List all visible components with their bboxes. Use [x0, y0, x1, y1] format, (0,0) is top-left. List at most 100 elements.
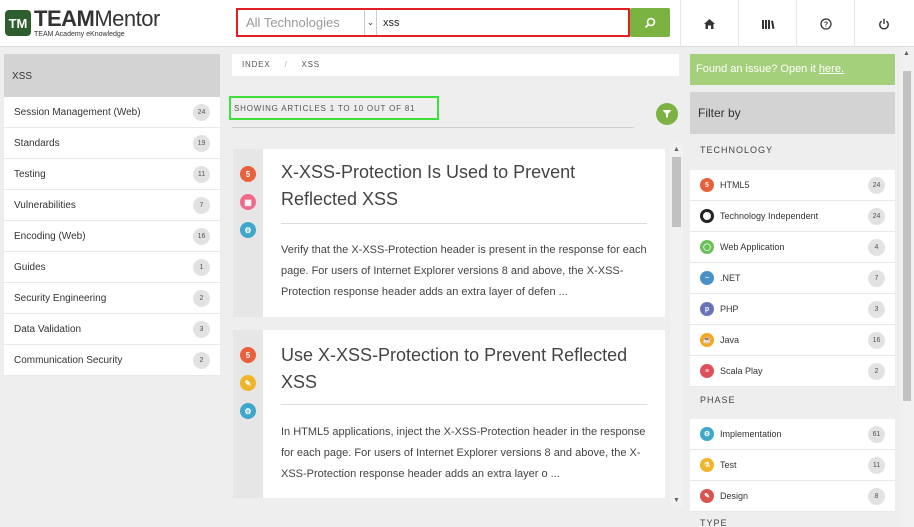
technology-select[interactable]: All Technologies ⌄ [238, 10, 377, 35]
filter-item-technology-independent[interactable]: Technology Independent 24 [690, 201, 895, 232]
html5-icon: 5 [240, 347, 256, 363]
gear-icon: ⚙ [240, 222, 256, 238]
left-item[interactable]: Standards 19 [4, 128, 220, 159]
scrollbar-thumb[interactable] [903, 71, 911, 401]
count-badge: 8 [868, 487, 885, 505]
left-item[interactable]: Communication Security 2 [4, 345, 220, 376]
article-title[interactable]: Use X-XSS-Protection to Prevent Reflecte… [281, 342, 651, 396]
left-item-label: Session Management (Web) [14, 106, 141, 118]
count-badge: 11 [193, 165, 210, 183]
library-button[interactable] [738, 0, 796, 47]
flask-icon: ⚗ [700, 458, 714, 472]
article-excerpt: Verify that the X-XSS-Protection header … [281, 244, 647, 298]
breadcrumb-separator: / [284, 60, 288, 69]
left-item-label: Security Engineering [14, 292, 107, 304]
articles-scrollbar[interactable]: ▲ ▼ [670, 143, 683, 507]
breadcrumb-index-link[interactable]: INDEX [242, 60, 270, 69]
scrollbar-thumb[interactable] [672, 157, 681, 227]
filter-item-label: Java [720, 335, 740, 345]
logo[interactable]: TM TEAMMentor TEAM Academy eKnowledge [5, 8, 160, 38]
issue-text: Found an issue? Open it [696, 63, 819, 75]
article-title[interactable]: X-XSS-Protection Is Used to Prevent Refl… [281, 159, 651, 213]
left-item-label: Testing [14, 168, 46, 180]
count-badge: 24 [868, 176, 885, 194]
scroll-up-icon[interactable]: ▲ [900, 47, 913, 60]
count-badge: 11 [868, 456, 885, 474]
left-sidebar-heading: XSS [4, 54, 220, 97]
filter-button[interactable] [656, 103, 678, 125]
gear-icon: ⚙ [240, 403, 256, 419]
filter-item-scala-play[interactable]: ≡ Scala Play 2 [690, 356, 895, 387]
filter-item-label: Web Application [720, 242, 785, 252]
circle-icon [700, 209, 714, 223]
top-header: TM TEAMMentor TEAM Academy eKnowledge Al… [0, 0, 914, 47]
filter-item-label: HTML5 [720, 180, 750, 190]
help-button[interactable]: ? [796, 0, 854, 47]
gear-icon: ⚙ [700, 427, 714, 441]
filter-item-label: Scala Play [720, 366, 763, 376]
filter-item-dotnet[interactable]: ~ .NET 7 [690, 263, 895, 294]
issue-link[interactable]: here. [819, 63, 844, 75]
article-excerpt: In HTML5 applications, inject the X-XSS-… [281, 426, 646, 480]
phase-section-label: PHASE [700, 395, 736, 405]
technology-filter-list: 5 HTML5 24 Technology Independent 24 ◯ Web A… [690, 170, 895, 387]
nav-icons: ? [680, 0, 912, 47]
left-item[interactable]: Data Validation 3 [4, 314, 220, 345]
html5-icon: 5 [700, 178, 714, 192]
dotnet-icon: ~ [700, 271, 714, 285]
divider [281, 223, 647, 224]
globe-icon: ◯ [700, 240, 714, 254]
search-box: All Technologies ⌄ [236, 8, 630, 37]
article-card[interactable]: 5 ▦ ⚙ X-XSS-Protection Is Used to Preven… [233, 149, 665, 317]
page-scrollbar[interactable]: ▲ [900, 47, 914, 527]
breadcrumb-current: XSS [301, 60, 320, 69]
left-item[interactable]: Guides 1 [4, 252, 220, 283]
filter-item-test[interactable]: ⚗ Test 11 [690, 450, 895, 481]
left-item[interactable]: Security Engineering 2 [4, 283, 220, 314]
filter-item-label: Implementation [720, 429, 782, 439]
scroll-down-icon[interactable]: ▼ [670, 494, 683, 507]
logo-title-rest: Mentor [94, 6, 160, 31]
divider [232, 127, 634, 128]
count-badge: 7 [193, 196, 210, 214]
count-badge: 2 [868, 362, 885, 380]
filter-item-label: Design [720, 491, 749, 501]
results-count: SHOWING ARTICLES 1 TO 10 OUT OF 81 [229, 96, 439, 120]
filter-item-web-application[interactable]: ◯ Web Application 4 [690, 232, 895, 263]
svg-text:?: ? [823, 21, 827, 28]
article-card[interactable]: 5 ✎ ⚙ Use X-XSS-Protection to Prevent Re… [233, 330, 665, 498]
php-icon: p [700, 302, 714, 316]
left-item[interactable]: Vulnerabilities 7 [4, 190, 220, 221]
divider [281, 404, 647, 405]
count-badge: 61 [868, 425, 885, 443]
scroll-up-icon[interactable]: ▲ [670, 143, 683, 156]
issue-banner: Found an issue? Open it here. [690, 54, 895, 85]
left-item[interactable]: Session Management (Web) 24 [4, 97, 220, 128]
help-icon: ? [819, 17, 832, 30]
count-badge: 2 [193, 289, 210, 307]
search-icon [644, 17, 656, 28]
filter-item-label: Test [720, 460, 737, 470]
filter-item-java[interactable]: ☕ Java 16 [690, 325, 895, 356]
count-badge: 16 [193, 227, 210, 245]
search-button[interactable] [630, 8, 670, 37]
search-input[interactable] [377, 10, 628, 35]
home-button[interactable] [680, 0, 738, 47]
count-badge: 3 [868, 300, 885, 318]
left-item-label: Vulnerabilities [14, 199, 76, 211]
pencil-icon: ✎ [700, 489, 714, 503]
left-item-label: Data Validation [14, 323, 82, 335]
breadcrumb: INDEX / XSS [232, 54, 679, 76]
filter-item-php[interactable]: p PHP 3 [690, 294, 895, 325]
html5-icon: 5 [240, 166, 256, 182]
filter-item-design[interactable]: ✎ Design 8 [690, 481, 895, 512]
left-sidebar-list: Session Management (Web) 24 Standards 19 T… [4, 97, 220, 376]
left-item[interactable]: Encoding (Web) 16 [4, 221, 220, 252]
count-badge: 1 [193, 258, 210, 276]
filter-item-implementation[interactable]: ⚙ Implementation 61 [690, 419, 895, 450]
filter-item-html5[interactable]: 5 HTML5 24 [690, 170, 895, 201]
left-item[interactable]: Testing 11 [4, 159, 220, 190]
logout-button[interactable] [854, 0, 912, 47]
filter-item-label: Technology Independent [720, 211, 819, 221]
left-item-label: Standards [14, 137, 60, 149]
